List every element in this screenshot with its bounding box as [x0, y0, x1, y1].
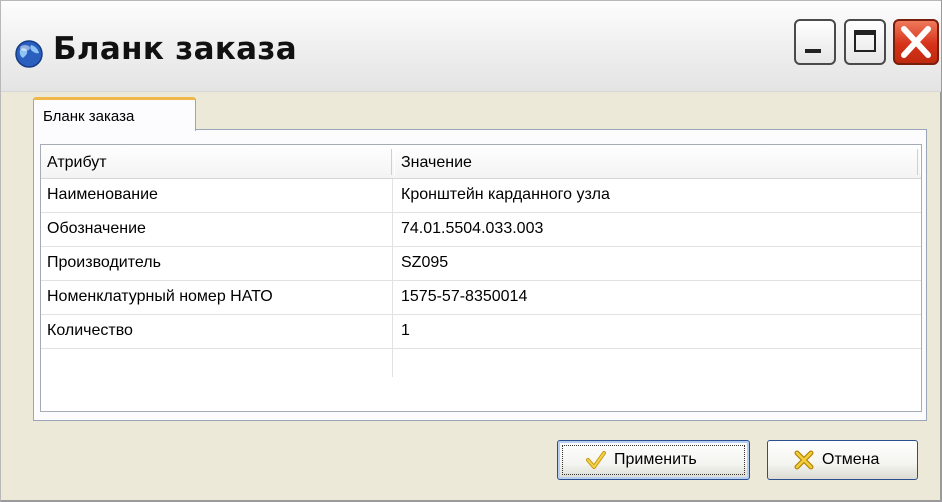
attribute-cell: Количество — [47, 322, 133, 339]
column-header-attribute[interactable]: Атрибут — [47, 154, 107, 172]
table-row[interactable]: Производитель SZ095 — [41, 247, 921, 281]
window-title: Бланк заказа — [53, 31, 297, 67]
tab-order-form[interactable]: Бланк заказа — [33, 97, 196, 131]
value-cell[interactable]: Кронштейн карданного узла — [401, 186, 610, 204]
minimize-button[interactable] — [794, 19, 836, 65]
attribute-cell: Наименование — [47, 186, 158, 203]
column-header-value[interactable]: Значение — [401, 154, 472, 172]
checkmark-icon — [586, 451, 606, 469]
attribute-cell: Обозначение — [47, 220, 146, 237]
title-bar[interactable]: Бланк заказа — [1, 1, 941, 92]
minimize-icon — [805, 49, 821, 53]
table-header: Атрибут Значение — [41, 145, 921, 179]
apply-button-label: Применить — [614, 451, 697, 468]
table-row[interactable]: Номенклатурный номер НАТО 1575-57-835001… — [41, 281, 921, 315]
maximize-button[interactable] — [844, 19, 886, 65]
cancel-button[interactable]: Отмена — [767, 440, 918, 480]
apply-button[interactable]: Применить — [557, 440, 750, 480]
attributes-table[interactable]: Атрибут Значение Наименование Кронштейн … — [40, 144, 922, 412]
column-separator[interactable] — [391, 149, 395, 175]
column-separator[interactable] — [917, 149, 921, 175]
attribute-cell: Производитель — [47, 254, 161, 271]
maximize-icon — [854, 30, 876, 52]
table-row[interactable]: Количество 1 — [41, 315, 921, 349]
globe-icon — [15, 40, 43, 68]
attribute-cell: Номенклатурный номер НАТО — [47, 288, 273, 305]
value-cell[interactable]: 74.01.5504.033.003 — [401, 220, 543, 238]
close-icon — [901, 26, 931, 58]
value-cell[interactable]: SZ095 — [401, 254, 448, 272]
cross-icon — [794, 450, 814, 470]
value-cell[interactable]: 1 — [401, 322, 410, 340]
close-button[interactable] — [893, 19, 939, 65]
table-row[interactable]: Наименование Кронштейн карданного узла — [41, 179, 921, 213]
column-divider — [392, 179, 393, 377]
cancel-button-label: Отмена — [822, 451, 880, 468]
order-form-window: Бланк заказа Бланк заказа Атрибут Значен… — [0, 0, 942, 502]
value-cell[interactable]: 1575-57-8350014 — [401, 288, 527, 306]
table-row[interactable]: Обозначение 74.01.5504.033.003 — [41, 213, 921, 247]
